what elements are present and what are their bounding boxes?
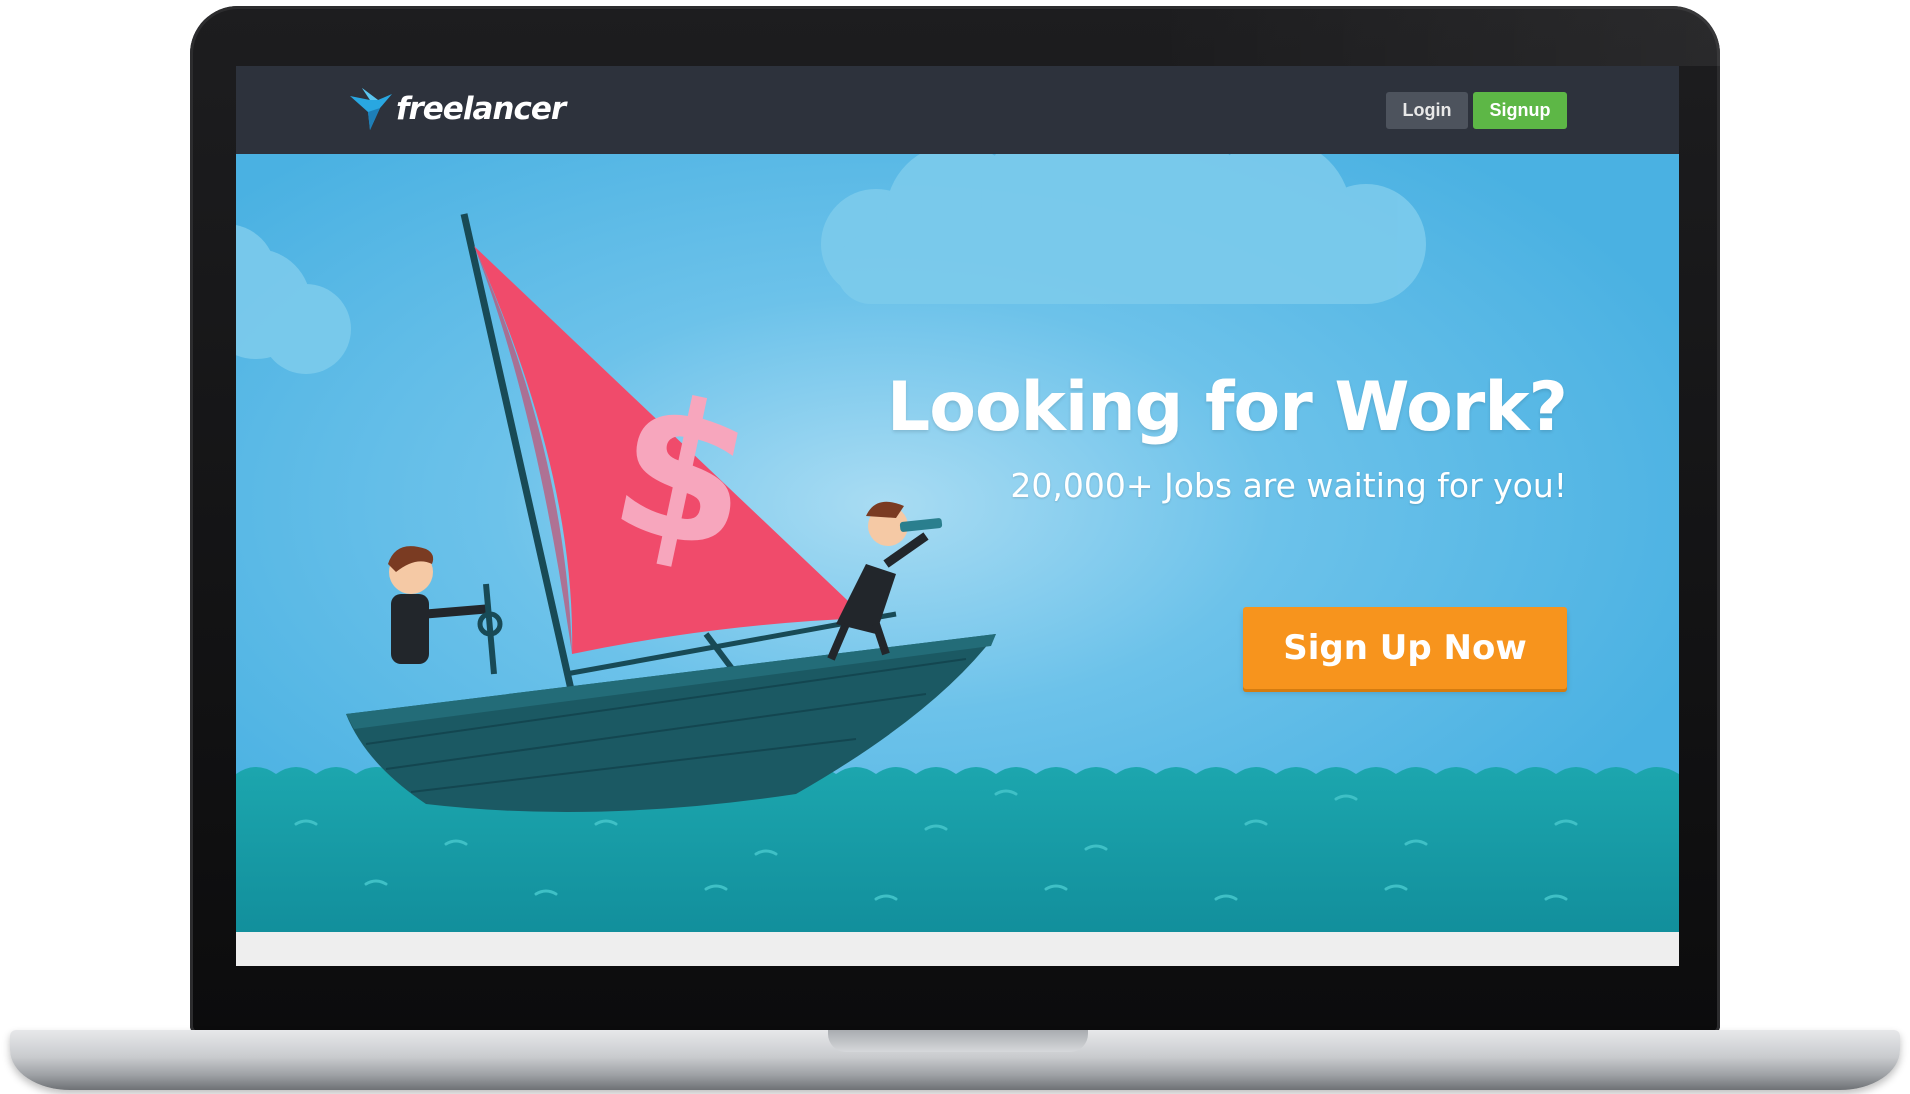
sign-up-now-button[interactable]: Sign Up Now	[1243, 607, 1567, 689]
top-navbar: freelancer Login Signup	[236, 66, 1679, 154]
signup-button[interactable]: Signup	[1473, 92, 1567, 129]
laptop-screen: freelancer Login Signup $ Looking for Wo…	[236, 66, 1679, 966]
freelancer-bird-icon	[350, 88, 392, 130]
page-footer-strip	[236, 932, 1679, 966]
hero-subheadline: 20,000+ Jobs are waiting for you!	[1010, 466, 1567, 505]
logo-wordmark: freelancer	[396, 91, 566, 127]
login-button[interactable]: Login	[1386, 92, 1468, 129]
laptop-mockup: freelancer Login Signup $ Looking for Wo…	[0, 0, 1910, 1094]
hero-headline: Looking for Work?	[886, 368, 1568, 447]
hero-illustration: $	[236, 154, 1679, 932]
laptop-notch	[828, 1030, 1088, 1052]
freelancer-logo[interactable]: freelancer	[348, 84, 566, 134]
bezel-glare	[1150, 6, 1720, 66]
cloud-right	[821, 154, 1426, 304]
hero-banner: $ Looking for Work? 20,000+ Jobs are wai…	[236, 154, 1679, 932]
